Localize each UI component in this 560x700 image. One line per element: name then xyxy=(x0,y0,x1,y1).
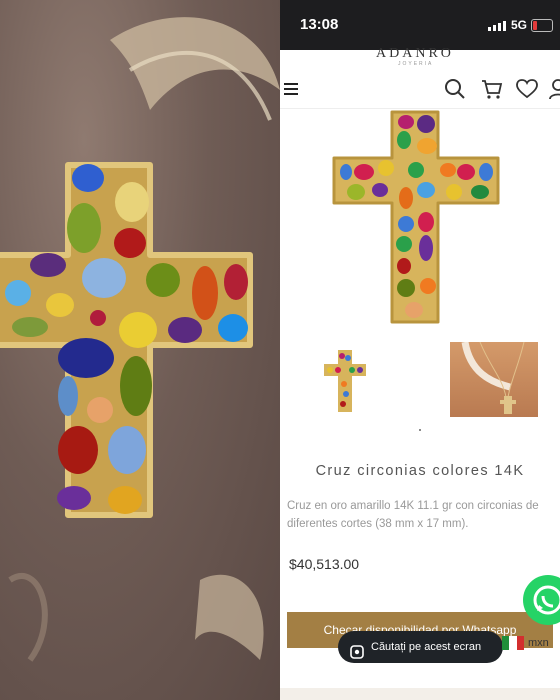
product-title: Cruz circonias colores 14K xyxy=(315,463,525,479)
phone-screen: 13:08 5G ADANRO JOYERIA Cruz circonias c… xyxy=(280,0,560,700)
product-main-image[interactable] xyxy=(320,108,520,328)
currency-selector[interactable]: mxn xyxy=(502,636,549,650)
status-bar: 13:08 5G xyxy=(280,0,560,50)
currency-code: mxn xyxy=(528,637,549,649)
brand-tagline: JOYERIA xyxy=(398,61,434,67)
carousel-dot[interactable] xyxy=(419,429,421,431)
thumbnail-model[interactable] xyxy=(450,342,538,417)
product-photo xyxy=(0,0,280,700)
thumbnail-cross[interactable] xyxy=(310,342,380,417)
search-icon[interactable] xyxy=(444,78,466,105)
lens-icon xyxy=(350,640,364,672)
product-description: Cruz en oro amarillo 14K 11.1 gr con cir… xyxy=(287,500,539,530)
signal-icon xyxy=(488,21,506,31)
mexico-flag-icon xyxy=(502,636,524,650)
network-label: 5G xyxy=(511,18,528,32)
menu-icon[interactable] xyxy=(284,82,298,100)
battery-icon xyxy=(531,19,553,32)
whatsapp-icon[interactable] xyxy=(523,575,560,625)
bottom-band xyxy=(280,688,560,700)
site-header: ADANRO JOYERIA xyxy=(280,46,560,109)
screen-search-label: Căutați pe acest ecran xyxy=(371,641,482,653)
heart-icon[interactable] xyxy=(516,79,538,104)
brand-logo[interactable]: ADANRO xyxy=(376,46,454,62)
product-price: $40,513.00 xyxy=(289,556,360,572)
user-icon[interactable] xyxy=(548,78,560,105)
cart-icon[interactable] xyxy=(481,78,503,105)
screen-search-pill[interactable]: Căutați pe acest ecran xyxy=(338,631,503,663)
status-time: 13:08 xyxy=(300,16,339,33)
